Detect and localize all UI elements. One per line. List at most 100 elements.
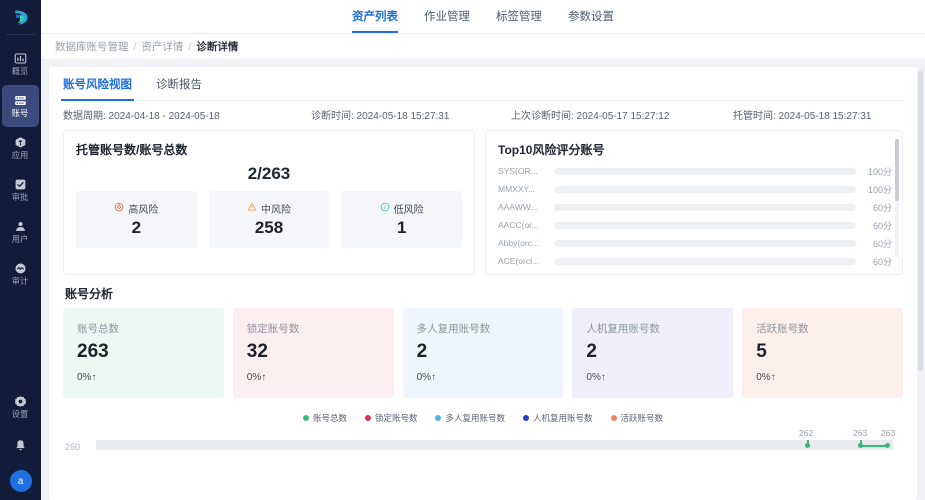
legend-item[interactable]: 锁定账号数 bbox=[365, 412, 418, 424]
tab-account-risk-view[interactable]: 账号风险视图 bbox=[63, 67, 132, 101]
risk-head: 低风险 bbox=[380, 201, 424, 216]
cube-icon bbox=[14, 135, 27, 149]
tab-parameter-settings[interactable]: 参数设置 bbox=[568, 0, 614, 33]
analysis-card-value: 32 bbox=[247, 341, 394, 363]
analysis-card-value: 2 bbox=[586, 341, 733, 363]
top10-row: ACE(orcl... 60分 bbox=[498, 252, 892, 270]
breadcrumb-item-0[interactable]: 数据库账号管理 bbox=[55, 39, 129, 54]
chart-plot-area bbox=[96, 440, 893, 450]
sidebar-item-approval[interactable]: 审批 bbox=[0, 169, 41, 211]
score-label: 60分 bbox=[862, 237, 892, 250]
score-bar-track bbox=[554, 240, 856, 247]
legend-item[interactable]: 活跃账号数 bbox=[611, 412, 664, 424]
legend-label: 锁定账号数 bbox=[375, 412, 418, 424]
info-circle-icon bbox=[380, 202, 390, 215]
sidebar-item-label: 概览 bbox=[12, 66, 29, 76]
dashboard-icon bbox=[14, 51, 27, 65]
sidebar-item-audit[interactable]: 审计 bbox=[0, 253, 41, 295]
sidebar-item-notifications[interactable] bbox=[0, 426, 41, 464]
app-logo[interactable] bbox=[0, 0, 41, 34]
top10-scrollbar-thumb[interactable] bbox=[895, 139, 899, 201]
account-analysis-title: 账号分析 bbox=[65, 285, 903, 302]
score-bar-track bbox=[554, 168, 856, 175]
legend-dot-icon bbox=[611, 415, 617, 421]
meta-info-row: 数据周期: 2024-04-18 - 2024-05-18 诊断时间: 2024… bbox=[63, 101, 903, 127]
risk-value: 258 bbox=[255, 218, 283, 238]
legend-item[interactable]: 多人复用账号数 bbox=[435, 412, 505, 424]
card-title: Top10风险评分账号 bbox=[498, 141, 892, 158]
breadcrumb: 数据库账号管理 / 资产详情 / 诊断详情 bbox=[41, 34, 925, 59]
analysis-card-shared-accounts[interactable]: 多人复用账号数 2 0%↑ bbox=[403, 308, 564, 398]
analysis-card-title: 人机复用账号数 bbox=[586, 321, 733, 336]
y-axis-tick-label: 260 bbox=[65, 442, 80, 452]
analysis-card-title: 多人复用账号数 bbox=[417, 321, 564, 336]
analysis-card-active-accounts[interactable]: 活跃账号数 5 0%↑ bbox=[742, 308, 903, 398]
score-label: 60分 bbox=[862, 255, 892, 268]
score-label: 60分 bbox=[862, 201, 892, 214]
sidebar-item-users[interactable]: 用户 bbox=[0, 211, 41, 253]
meta-data-period: 数据周期: 2024-04-18 - 2024-05-18 bbox=[63, 107, 311, 122]
analysis-card-total-accounts[interactable]: 账号总数 263 0%↑ bbox=[63, 308, 224, 398]
breadcrumb-item-2: 诊断详情 bbox=[196, 39, 238, 54]
data-point[interactable] bbox=[805, 443, 810, 448]
sidebar-item-label: 用户 bbox=[12, 234, 29, 244]
account-name: Abby(orc... bbox=[498, 238, 548, 248]
page-scrollbar[interactable] bbox=[918, 71, 923, 431]
account-analysis-cards: 账号总数 263 0%↑ 锁定账号数 32 0%↑ 多人复用账号数 2 0%↑ bbox=[63, 308, 903, 398]
data-point[interactable] bbox=[858, 443, 863, 448]
data-point[interactable] bbox=[885, 443, 890, 448]
sidebar-item-applications[interactable]: 应用 bbox=[0, 127, 41, 169]
sidebar-item-accounts[interactable]: 账号 bbox=[2, 85, 39, 127]
analysis-card-title: 活跃账号数 bbox=[756, 321, 903, 336]
panel-tabs: 账号风险视图 诊断报告 bbox=[63, 67, 903, 101]
point-label: 263 bbox=[881, 428, 895, 438]
tab-diagnosis-report[interactable]: 诊断报告 bbox=[156, 67, 202, 101]
meta-hosting-time: 托管时间: 2024-05-18 15:27:31 bbox=[733, 107, 871, 122]
breadcrumb-item-1[interactable]: 资产详情 bbox=[141, 39, 183, 54]
account-name: SYS(OR... bbox=[498, 166, 548, 176]
analysis-card-human-machine-accounts[interactable]: 人机复用账号数 2 0%↑ bbox=[572, 308, 733, 398]
analysis-card-delta: 0%↑ bbox=[417, 372, 564, 383]
tab-tag-management[interactable]: 标签管理 bbox=[496, 0, 542, 33]
sidebar-item-label: 应用 bbox=[12, 150, 29, 160]
sidebar-item-settings[interactable]: 设置 bbox=[0, 388, 41, 426]
top10-row: MMXXY... 100分 bbox=[498, 180, 892, 198]
card-title: 托管账号数/账号总数 bbox=[76, 141, 462, 158]
analysis-card-value: 263 bbox=[77, 341, 224, 363]
score-label: 60分 bbox=[862, 219, 892, 232]
score-label: 100分 bbox=[862, 183, 892, 196]
risk-box-medium[interactable]: 中风险 258 bbox=[209, 191, 330, 248]
main-area: 资产列表 作业管理 标签管理 参数设置 数据库账号管理 / 资产详情 / 诊断详… bbox=[41, 0, 925, 500]
avatar[interactable]: a bbox=[10, 470, 32, 492]
chart-legend: 账号总数 锁定账号数 多人复用账号数 人机复用账号数 bbox=[63, 412, 903, 424]
account-name: AAAWW... bbox=[498, 202, 548, 212]
warning-triangle-icon bbox=[247, 202, 257, 215]
legend-item[interactable]: 账号总数 bbox=[303, 412, 347, 424]
score-bar-track bbox=[554, 258, 856, 265]
score-bar-track bbox=[554, 186, 856, 193]
analysis-card-locked-accounts[interactable]: 锁定账号数 32 0%↑ bbox=[233, 308, 394, 398]
tab-job-management[interactable]: 作业管理 bbox=[424, 0, 470, 33]
top10-row: AAAWW... 60分 bbox=[498, 198, 892, 216]
tab-asset-list[interactable]: 资产列表 bbox=[352, 0, 398, 33]
risk-head: 中风险 bbox=[247, 201, 291, 216]
sidebar-item-label: 审批 bbox=[12, 192, 29, 202]
legend-dot-icon bbox=[435, 415, 441, 421]
page-scrollbar-thumb[interactable] bbox=[918, 71, 923, 371]
legend-item[interactable]: 人机复用账号数 bbox=[523, 412, 593, 424]
top10-risk-score-card: Top10风险评分账号 SYS(OR... 100分 MMXXY... 100分 bbox=[485, 130, 903, 275]
hosting-accounts-card: 托管账号数/账号总数 2/263 高风险 2 bbox=[63, 130, 475, 275]
top10-scrollbar[interactable] bbox=[895, 139, 899, 257]
risk-box-high[interactable]: 高风险 2 bbox=[76, 191, 197, 248]
sidebar-item-overview[interactable]: 概览 bbox=[0, 43, 41, 85]
sidebar-bottom-nav: 设置 a bbox=[0, 388, 41, 492]
series-line bbox=[860, 445, 887, 447]
user-icon bbox=[14, 219, 27, 233]
risk-label: 高风险 bbox=[128, 201, 158, 216]
risk-boxes: 高风险 2 中风险 bbox=[76, 191, 462, 248]
top-navigation: 资产列表 作业管理 标签管理 参数设置 bbox=[41, 0, 925, 34]
summary-cards-row: 托管账号数/账号总数 2/263 高风险 2 bbox=[63, 130, 903, 275]
legend-label: 多人复用账号数 bbox=[445, 412, 505, 424]
risk-box-low[interactable]: 低风险 1 bbox=[341, 191, 462, 248]
analysis-card-value: 5 bbox=[756, 341, 903, 363]
